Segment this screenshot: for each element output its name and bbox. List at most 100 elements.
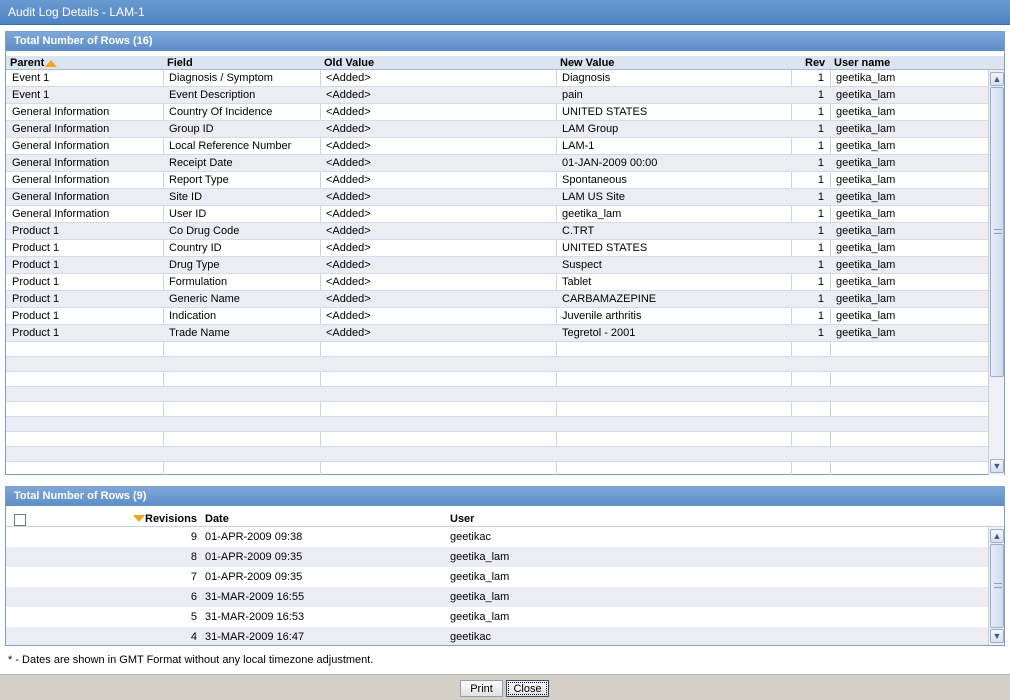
cell-parent: General Information (12, 123, 110, 135)
scroll-up-icon[interactable]: ▲ (990, 72, 1004, 86)
cell-user-name: geetika_lam (836, 191, 896, 203)
cell-user-name: geetika_lam (836, 72, 896, 84)
scroll-down-icon[interactable]: ▼ (990, 629, 1004, 643)
table-row[interactable]: Event 1 Event Description <Added> pain 1 geet… (6, 87, 1004, 104)
column-revisions[interactable]: Revisions (133, 512, 197, 526)
column-user[interactable]: User (450, 512, 474, 526)
table-row[interactable]: Product 1 Co Drug Code <Added> C.TRT 1 geetik… (6, 223, 1004, 240)
cell-parent: General Information (12, 157, 110, 169)
cell-old-value: <Added> (326, 225, 371, 237)
revision-row[interactable]: 8 01-APR-2009 09:35 geetika_lam (6, 547, 1004, 567)
cell-new-value: 01-JAN-2009 00:00 (562, 157, 658, 169)
scroll-thumb[interactable] (990, 544, 1004, 628)
audit-scrollbar[interactable]: ▲ ▼ (988, 70, 1004, 475)
cell-rev: 1 (817, 259, 824, 271)
cell-date: 31-MAR-2009 16:55 (205, 591, 305, 603)
cell-old-value: <Added> (326, 327, 371, 339)
cell-field: User ID (169, 208, 207, 220)
cell-field: Receipt Date (169, 157, 233, 169)
table-row[interactable]: Product 1 Trade Name <Added> Tegretol - 200… (6, 325, 1004, 342)
scroll-down-icon[interactable]: ▼ (990, 459, 1004, 473)
cell-new-value: Diagnosis (562, 72, 611, 84)
table-row[interactable]: Product 1 Formulation <Added> Tablet 1 geetik… (6, 274, 1004, 291)
table-row[interactable]: Product 1 Generic Name <Added> CARBAMAZEPIN… (6, 291, 1004, 308)
column-old-value[interactable]: Old Value (324, 56, 374, 70)
revisions-scrollbar[interactable]: ▲ ▼ (988, 527, 1004, 645)
cell-revision: 8 (190, 551, 197, 563)
cell-date: 01-APR-2009 09:38 (205, 531, 303, 543)
cell-user-name: geetika_lam (836, 259, 896, 271)
select-all-checkbox[interactable] (14, 514, 26, 526)
table-row[interactable]: General Information Country Of Incidence <… (6, 104, 1004, 121)
table-row[interactable]: General Information Group ID <Added> LAM Gr… (6, 121, 1004, 138)
revision-row[interactable]: 5 31-MAR-2009 16:53 geetika_lam (6, 607, 1004, 627)
revisions-column-header: Revisions Date User (6, 512, 1004, 527)
scroll-thumb[interactable] (990, 87, 1004, 377)
table-row[interactable]: Product 1 Country ID <Added> UNITED STATES 1… (6, 240, 1004, 257)
table-row[interactable]: Event 1 Diagnosis / Symptom <Added> Diagnos… (6, 70, 1004, 87)
table-row[interactable]: General Information Site ID <Added> LAM US … (6, 189, 1004, 206)
cell-field: Co Drug Code (169, 225, 240, 237)
cell-user-name: geetika_lam (836, 174, 896, 186)
cell-revision: 5 (190, 611, 197, 623)
cell-field: Country ID (169, 242, 222, 254)
table-row[interactable]: General Information Report Type <Added> Spo… (6, 172, 1004, 189)
revision-row[interactable]: 9 01-APR-2009 09:38 geetikac (6, 527, 1004, 547)
cell-date: 31-MAR-2009 16:53 (205, 611, 305, 623)
table-row[interactable]: General Information User ID <Added> geetika… (6, 206, 1004, 223)
audit-log-panel: Total Number of Rows (16) Parent Field O… (5, 31, 1005, 475)
column-field[interactable]: Field (167, 56, 193, 70)
cell-rev: 1 (817, 242, 824, 254)
column-rev[interactable]: Rev (805, 56, 825, 70)
table-row[interactable]: Product 1 Drug Type <Added> Suspect 1 geetika… (6, 257, 1004, 274)
cell-user: geetika_lam (450, 571, 510, 583)
revisions-panel-title: Total Number of Rows (9) (6, 487, 1004, 506)
cell-user-name: geetika_lam (836, 208, 896, 220)
table-row[interactable]: General Information Receipt Date <Added> 01… (6, 155, 1004, 172)
cell-old-value: <Added> (326, 174, 371, 186)
empty-row (6, 402, 1004, 417)
cell-parent: Product 1 (12, 225, 60, 237)
scroll-up-icon[interactable]: ▲ (990, 529, 1004, 543)
cell-parent: Product 1 (12, 259, 60, 271)
cell-old-value: <Added> (326, 72, 371, 84)
cell-user: geetika_lam (450, 551, 510, 563)
column-date[interactable]: Date (205, 512, 229, 526)
cell-field: Diagnosis / Symptom (169, 72, 273, 84)
cell-revision: 9 (190, 531, 197, 543)
cell-date: 01-APR-2009 09:35 (205, 551, 303, 563)
cell-user-name: geetika_lam (836, 225, 896, 237)
column-parent[interactable]: Parent (10, 56, 58, 70)
revision-row[interactable]: 7 01-APR-2009 09:35 geetika_lam (6, 567, 1004, 587)
cell-user: geetika_lam (450, 591, 510, 603)
revision-row[interactable]: 6 31-MAR-2009 16:55 geetika_lam (6, 587, 1004, 607)
print-button[interactable]: Print (460, 680, 503, 697)
cell-user: geetika_lam (450, 611, 510, 623)
cell-parent: General Information (12, 106, 110, 118)
cell-user-name: geetika_lam (836, 123, 896, 135)
cell-parent: Product 1 (12, 242, 60, 254)
column-new-value[interactable]: New Value (560, 56, 614, 70)
cell-field: Group ID (169, 123, 214, 135)
column-user-name[interactable]: User name (834, 56, 890, 70)
audit-column-header: Parent Field Old Value New Value Rev Use… (6, 56, 1004, 70)
cell-parent: Product 1 (12, 276, 60, 288)
cell-rev: 1 (817, 276, 824, 288)
close-button[interactable]: Close (506, 680, 549, 697)
revision-row[interactable]: 4 31-MAR-2009 16:47 geetikac (6, 627, 1004, 645)
table-row[interactable]: Product 1 Indication <Added> Juvenile arthr… (6, 308, 1004, 325)
cell-field: Indication (169, 310, 217, 322)
cell-user-name: geetika_lam (836, 242, 896, 254)
audit-panel-title: Total Number of Rows (16) (6, 32, 1004, 51)
table-row[interactable]: General Information Local Reference Numbe… (6, 138, 1004, 155)
cell-old-value: <Added> (326, 242, 371, 254)
cell-field: Event Description (169, 89, 256, 101)
cell-new-value: Juvenile arthritis (562, 310, 642, 322)
empty-row (6, 372, 1004, 387)
cell-field: Local Reference Number (169, 140, 292, 152)
cell-old-value: <Added> (326, 191, 371, 203)
cell-field: Generic Name (169, 293, 240, 305)
cell-field: Report Type (169, 174, 229, 186)
cell-revision: 7 (190, 571, 197, 583)
cell-user-name: geetika_lam (836, 276, 896, 288)
